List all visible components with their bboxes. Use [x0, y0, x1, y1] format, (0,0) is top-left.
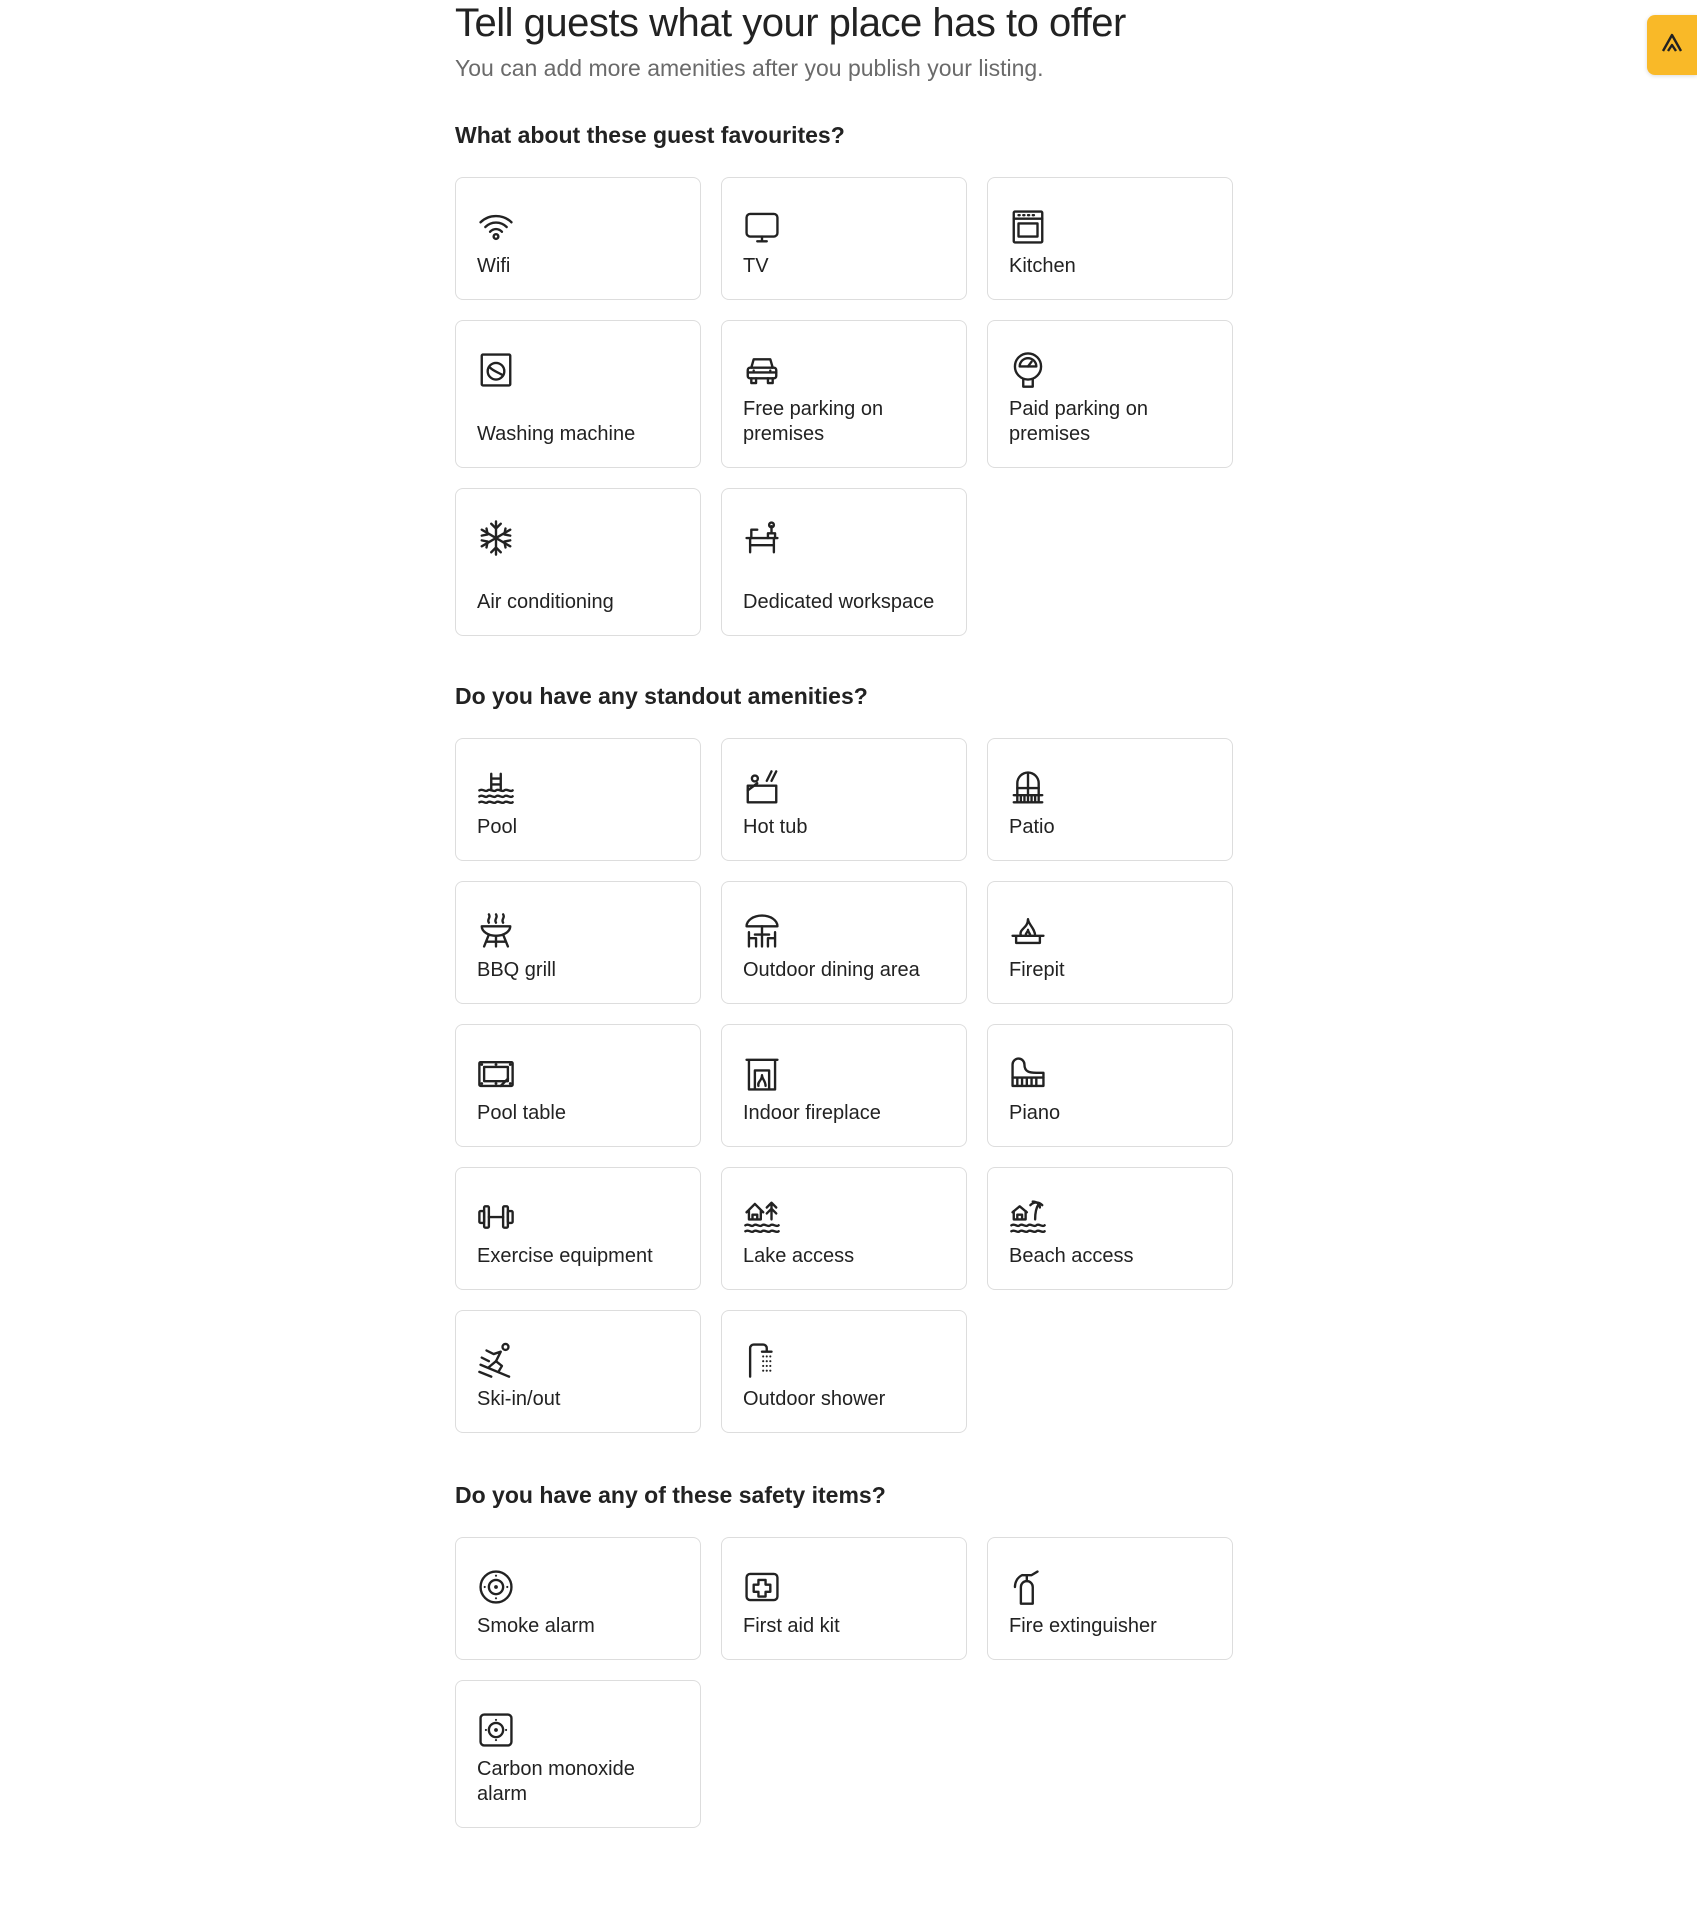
amenity-label: Piano [1009, 1102, 1061, 1124]
amenity-label: Kitchen [1009, 255, 1076, 277]
desk-icon [743, 519, 781, 557]
tv-icon [743, 208, 781, 246]
shower-icon [743, 1341, 781, 1379]
amenity-card-outdoor-dining[interactable]: Outdoor dining area [721, 881, 967, 1004]
first-aid-icon [743, 1568, 781, 1606]
safety-grid: Smoke alarm First aid kit Fire extinguis… [455, 1537, 1235, 1828]
section-title-safety: Do you have any of these safety items? [455, 1482, 886, 1508]
smoke-alarm-icon [477, 1568, 515, 1606]
amenity-label: Patio [1009, 816, 1055, 838]
amenity-label: Ski-in/out [477, 1388, 561, 1410]
amenity-card-carbon-monoxide-alarm[interactable]: Carbon monoxide alarm [455, 1680, 701, 1828]
section-title-standout: Do you have any standout amenities? [455, 683, 868, 709]
snowflake-icon [477, 519, 515, 557]
amenity-card-bbq-grill[interactable]: BBQ grill [455, 881, 701, 1004]
hot-tub-icon [743, 769, 781, 807]
amenity-card-pool[interactable]: Pool [455, 738, 701, 861]
amenity-card-patio[interactable]: Patio [987, 738, 1233, 861]
extension-logo-icon [1660, 31, 1684, 60]
amenity-card-beach-access[interactable]: Beach access [987, 1167, 1233, 1290]
co-alarm-icon [477, 1711, 515, 1749]
amenity-card-fire-extinguisher[interactable]: Fire extinguisher [987, 1537, 1233, 1660]
dumbbell-icon [477, 1198, 515, 1236]
amenity-label: Outdoor shower [743, 1388, 886, 1410]
amenity-card-tv[interactable]: TV [721, 177, 967, 300]
amenity-label: Lake access [743, 1245, 855, 1267]
patio-icon [1009, 769, 1047, 807]
amenity-card-ski-in-out[interactable]: Ski-in/out [455, 1310, 701, 1433]
parking-meter-icon [1009, 351, 1047, 389]
amenity-card-air-conditioning[interactable]: Air conditioning [455, 488, 701, 636]
amenity-card-pool-table[interactable]: Pool table [455, 1024, 701, 1147]
amenity-card-dedicated-workspace[interactable]: Dedicated workspace [721, 488, 967, 636]
amenity-label: Pool [477, 816, 518, 838]
amenity-label: First aid kit [743, 1615, 840, 1637]
amenity-label: Exercise equipment [477, 1245, 653, 1267]
amenity-label: Pool table [477, 1102, 566, 1124]
lake-icon [743, 1198, 781, 1236]
amenity-label: Dedicated workspace [743, 591, 935, 613]
amenity-label: Smoke alarm [477, 1615, 595, 1637]
amenity-label: Hot tub [743, 816, 808, 838]
piano-icon [1009, 1055, 1047, 1093]
amenity-label: Free parking on premises [743, 398, 884, 445]
firepit-icon [1009, 912, 1047, 950]
amenity-label: Washing machine [477, 423, 636, 445]
favourites-grid: Wifi TV Kitchen Washing machine Free par… [455, 177, 1235, 636]
main-content: Tell guests what your place has to offer… [455, 0, 1235, 1828]
outdoor-dining-icon [743, 912, 781, 950]
amenity-card-exercise-equipment[interactable]: Exercise equipment [455, 1167, 701, 1290]
page-subtitle: You can add more amenities after you pub… [455, 55, 1044, 81]
pool-table-icon [477, 1055, 515, 1093]
amenity-card-hot-tub[interactable]: Hot tub [721, 738, 967, 861]
pool-icon [477, 769, 515, 807]
amenity-card-free-parking[interactable]: Free parking on premises [721, 320, 967, 468]
car-icon [743, 351, 781, 389]
fireplace-icon [743, 1055, 781, 1093]
amenity-label: Indoor fireplace [743, 1102, 881, 1124]
amenity-label: Wifi [477, 255, 511, 277]
extension-button[interactable] [1647, 15, 1697, 75]
amenity-card-indoor-fireplace[interactable]: Indoor fireplace [721, 1024, 967, 1147]
kitchen-icon [1009, 208, 1047, 246]
amenity-card-outdoor-shower[interactable]: Outdoor shower [721, 1310, 967, 1433]
fire-extinguisher-icon [1009, 1568, 1047, 1606]
ski-icon [477, 1341, 515, 1379]
wifi-icon [477, 208, 515, 246]
standout-grid: Pool Hot tub Patio BBQ grill Outdoor din… [455, 738, 1235, 1433]
amenity-card-lake-access[interactable]: Lake access [721, 1167, 967, 1290]
amenity-label: Air conditioning [477, 591, 614, 613]
amenity-label: Paid parking on premises [1009, 398, 1148, 445]
beach-icon [1009, 1198, 1047, 1236]
washing-machine-icon [477, 351, 515, 389]
section-title-favourites: What about these guest favourites? [455, 122, 845, 148]
amenity-label: Firepit [1009, 959, 1065, 981]
amenity-label: TV [743, 255, 769, 277]
bbq-grill-icon [477, 912, 515, 950]
amenity-card-smoke-alarm[interactable]: Smoke alarm [455, 1537, 701, 1660]
amenity-label: Outdoor dining area [743, 959, 920, 981]
amenity-card-piano[interactable]: Piano [987, 1024, 1233, 1147]
amenity-card-kitchen[interactable]: Kitchen [987, 177, 1233, 300]
amenity-card-first-aid-kit[interactable]: First aid kit [721, 1537, 967, 1660]
amenity-label: Fire extinguisher [1009, 1615, 1157, 1637]
amenity-label: Carbon monoxide alarm [477, 1758, 635, 1805]
amenity-label: BBQ grill [477, 959, 556, 981]
amenity-card-wifi[interactable]: Wifi [455, 177, 701, 300]
amenity-card-paid-parking[interactable]: Paid parking on premises [987, 320, 1233, 468]
page-title: Tell guests what your place has to offer [455, 1, 1126, 45]
amenity-card-washing-machine[interactable]: Washing machine [455, 320, 701, 468]
amenity-card-firepit[interactable]: Firepit [987, 881, 1233, 1004]
amenity-label: Beach access [1009, 1245, 1134, 1267]
